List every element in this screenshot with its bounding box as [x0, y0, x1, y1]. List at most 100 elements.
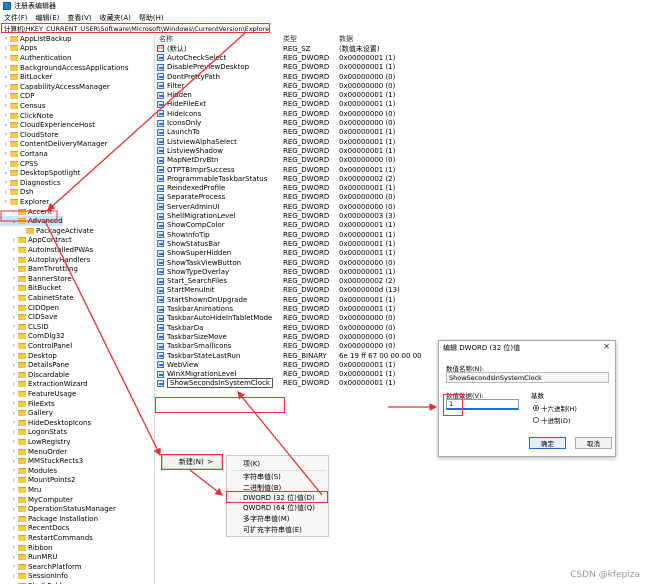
tree-item[interactable]: › MMStuckRects3 [0, 456, 83, 466]
value-row[interactable]: ShowSuperHidden REG_DWORD 0x00000001 (1) [157, 249, 437, 258]
submenu-item[interactable]: QWORD (64 位)值(Q) [243, 503, 315, 513]
chevron-right-icon[interactable]: › [10, 275, 18, 282]
address-bar[interactable]: 计算机\HKEY_CURRENT_USER\Software\Microsoft… [1, 23, 270, 33]
tree-item[interactable]: › Discardable [0, 370, 70, 380]
value-row[interactable]: ShowCompColor REG_DWORD 0x00000001 (1) [157, 221, 437, 230]
tree-item[interactable]: › LowRegistry [0, 437, 71, 447]
chevron-right-icon[interactable]: › [10, 285, 18, 292]
chevron-right-icon[interactable]: › [2, 189, 10, 196]
chevron-right-icon[interactable]: › [10, 544, 18, 551]
chevron-right-icon[interactable]: › [2, 64, 10, 71]
tree-item[interactable]: › Explorer [0, 197, 49, 207]
value-row[interactable]: ShowSecondsInSystemClock REG_DWORD 0x00000… [157, 378, 437, 389]
tree-item[interactable]: › FileExts [0, 399, 55, 409]
tree-item[interactable]: › ContentDeliveryManager [0, 140, 108, 150]
tree-item[interactable]: › HideDesktopIcons [0, 418, 91, 428]
tree-item[interactable]: › CapabilityAccessManager [0, 82, 110, 92]
menu-item[interactable]: 收藏夹(A) [100, 13, 131, 23]
submenu-item[interactable]: 可扩充字符串值(E) [243, 525, 302, 535]
chevron-right-icon[interactable]: › [10, 554, 18, 561]
tree-item[interactable]: › FeatureUsage [0, 389, 76, 399]
radio-hex[interactable]: 十六进制(H) [533, 403, 577, 413]
radio-dec[interactable]: 十进制(D) [533, 415, 571, 425]
chevron-right-icon[interactable]: › [10, 208, 18, 215]
close-icon[interactable]: ✕ [603, 342, 610, 351]
tree-item[interactable]: › Accent [0, 207, 52, 217]
tree-item[interactable]: › Dsh [0, 188, 34, 198]
tree-item[interactable]: › BitLocker [0, 72, 53, 82]
chevron-right-icon[interactable]: › [10, 342, 18, 349]
tree-item[interactable]: › ControlPanel [0, 341, 72, 351]
tree-item[interactable]: › ClickNote [0, 111, 53, 121]
chevron-right-icon[interactable]: › [10, 237, 18, 244]
tree-item[interactable]: › Desktop [0, 351, 57, 361]
value-row[interactable]: ShowTaskViewButton REG_DWORD 0x00000000 (0… [157, 258, 437, 267]
value-row[interactable]: Start_SearchFiles REG_DWORD 0x00000002 (2) [157, 277, 437, 286]
tree-item[interactable]: › RunMRU [0, 552, 58, 562]
value-row[interactable]: TaskbarAnimations REG_DWORD 0x00000001 (1) [157, 304, 437, 313]
chevron-right-icon[interactable]: › [2, 102, 10, 109]
chevron-right-icon[interactable]: › [2, 179, 10, 186]
chevron-right-icon[interactable]: › [10, 381, 18, 388]
value-row[interactable]: ListviewShadow REG_DWORD 0x00000001 (1) [157, 146, 437, 155]
chevron-right-icon[interactable]: › [2, 112, 10, 119]
value-row[interactable]: TaskbarStateLastRun REG_BINARY 6e 19 ff 67… [157, 351, 437, 360]
chevron-right-icon[interactable]: › [2, 122, 10, 129]
tree-item[interactable]: › CDP [0, 92, 35, 102]
value-row[interactable]: ListviewAlphaSelect REG_DWORD 0x00000001 (… [157, 137, 437, 146]
chevron-right-icon[interactable]: › [10, 486, 18, 493]
tree-item[interactable]: › CIDOpen [0, 303, 59, 313]
chevron-right-icon[interactable]: › [2, 83, 10, 90]
value-row[interactable]: OTPTBImprSuccess REG_DWORD 0x00000001 (1) [157, 165, 437, 174]
tree-item[interactable]: › RestartCommands [0, 533, 93, 543]
tree-item[interactable]: › Modules [0, 466, 57, 476]
tree-item[interactable]: › Apps [0, 44, 38, 54]
tree-item[interactable]: › SessionInfo [0, 572, 68, 582]
chevron-right-icon[interactable]: › [10, 352, 18, 359]
col-header-name[interactable]: 名称 [159, 34, 173, 43]
tree-item[interactable]: PackageActivate [0, 226, 94, 236]
tree-item[interactable]: › Package Installation [0, 514, 98, 524]
value-row[interactable]: TaskbarDa REG_DWORD 0x00000000 (0) [157, 323, 437, 332]
chevron-right-icon[interactable]: › [10, 410, 18, 417]
tree-item[interactable]: › CloudExperienceHost [0, 120, 95, 130]
tree-item[interactable]: › Cortana [0, 149, 48, 159]
value-row[interactable]: ProgrammableTaskbarStatus REG_DWORD 0x0000… [157, 174, 437, 183]
value-row[interactable]: HideIcons REG_DWORD 0x00000000 (0) [157, 109, 437, 118]
chevron-right-icon[interactable]: › [2, 54, 10, 61]
chevron-right-icon[interactable]: › [10, 467, 18, 474]
value-name[interactable]: ShowSecondsInSystemClock [167, 378, 273, 389]
tree-item[interactable]: › Census [0, 101, 46, 111]
tree-item[interactable]: › MyComputer [0, 495, 73, 505]
value-row[interactable]: ServerAdminUI REG_DWORD 0x00000000 (0) [157, 202, 437, 211]
tree-item[interactable]: › AutoplayHandlers [0, 255, 91, 265]
chevron-right-icon[interactable]: › [2, 150, 10, 157]
tree-item[interactable]: › AppContract [0, 236, 72, 246]
chevron-right-icon[interactable]: › [2, 93, 10, 100]
chevron-right-icon[interactable]: › [10, 573, 18, 580]
submenu-item[interactable]: 字符串值(S) [243, 472, 281, 482]
tree-item[interactable]: › OperationStatusManager [0, 504, 116, 514]
tree-item[interactable]: › CabinetState [0, 293, 74, 303]
tree-item[interactable]: › AutoInstalledPWAs [0, 245, 93, 255]
ok-button[interactable]: 确定 [529, 437, 566, 449]
chevron-right-icon[interactable]: › [10, 362, 18, 369]
chevron-right-icon[interactable]: › [10, 534, 18, 541]
tree-item[interactable]: › ExtractionWizard [0, 380, 88, 390]
tree-item[interactable]: › RecentDocs [0, 524, 70, 534]
chevron-right-icon[interactable]: › [10, 400, 18, 407]
chevron-right-icon[interactable]: › [10, 323, 18, 330]
value-row[interactable]: WebView REG_DWORD 0x00000001 (1) [157, 360, 437, 369]
value-row[interactable]: StartShownOnUpgrade REG_DWORD 0x00000001 (… [157, 295, 437, 304]
chevron-right-icon[interactable]: › [2, 141, 10, 148]
col-header-data[interactable]: 数据 [339, 34, 353, 43]
value-row[interactable]: IconsOnly REG_DWORD 0x00000000 (0) [157, 118, 437, 127]
value-row[interactable]: StartMenuInit REG_DWORD 0x0000000d (13) [157, 286, 437, 295]
value-row[interactable]: HideFileExt REG_DWORD 0x00000001 (1) [157, 100, 437, 109]
value-row[interactable]: Hidden REG_DWORD 0x00000001 (1) [157, 91, 437, 100]
tree-item[interactable]: › Gallery [0, 408, 53, 418]
value-row[interactable]: (默认) REG_SZ (数值未设置) [157, 44, 437, 53]
tree-item[interactable]: › ComDlg32 [0, 332, 65, 342]
value-row[interactable]: TaskbarSizeMove REG_DWORD 0x00000000 (0) [157, 332, 437, 341]
menu-item[interactable]: 帮助(H) [139, 13, 164, 23]
